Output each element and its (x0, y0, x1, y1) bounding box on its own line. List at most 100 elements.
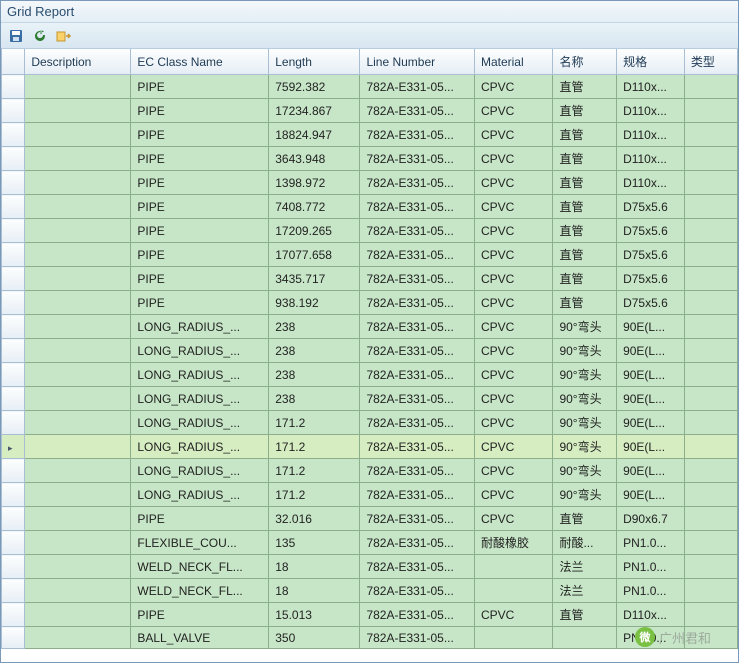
cell-ec_class[interactable]: PIPE (131, 195, 269, 219)
cell-name_cn[interactable] (553, 627, 617, 649)
row-header[interactable] (2, 147, 25, 171)
cell-name_cn[interactable]: 直管 (553, 291, 617, 315)
cell-length[interactable]: 350 (269, 627, 360, 649)
cell-type_cn[interactable] (684, 387, 737, 411)
cell-line_number[interactable]: 782A-E331-05... (360, 579, 475, 603)
col-ec-class[interactable]: EC Class Name (131, 49, 269, 75)
cell-type_cn[interactable] (684, 219, 737, 243)
cell-length[interactable]: 238 (269, 339, 360, 363)
cell-name_cn[interactable]: 90°弯头 (553, 363, 617, 387)
row-header[interactable] (2, 459, 25, 483)
cell-name_cn[interactable]: 法兰 (553, 555, 617, 579)
cell-material[interactable]: CPVC (474, 123, 552, 147)
cell-length[interactable]: 238 (269, 315, 360, 339)
row-header[interactable] (2, 387, 25, 411)
cell-line_number[interactable]: 782A-E331-05... (360, 531, 475, 555)
col-spec[interactable]: 规格 (617, 49, 685, 75)
table-row[interactable]: PIPE17209.265782A-E331-05...CPVC直管D75x5.… (2, 219, 738, 243)
cell-line_number[interactable]: 782A-E331-05... (360, 99, 475, 123)
cell-material[interactable]: CPVC (474, 291, 552, 315)
col-type-cn[interactable]: 类型 (684, 49, 737, 75)
cell-spec[interactable]: D75x5.6 (617, 195, 685, 219)
cell-name_cn[interactable]: 90°弯头 (553, 435, 617, 459)
cell-material[interactable]: CPVC (474, 339, 552, 363)
cell-ec_class[interactable]: LONG_RADIUS_... (131, 459, 269, 483)
cell-name_cn[interactable]: 直管 (553, 171, 617, 195)
table-row[interactable]: LONG_RADIUS_...238782A-E331-05...CPVC90°… (2, 387, 738, 411)
cell-ec_class[interactable]: PIPE (131, 603, 269, 627)
cell-description[interactable] (25, 531, 131, 555)
row-header[interactable] (2, 75, 25, 99)
cell-type_cn[interactable] (684, 603, 737, 627)
cell-material[interactable]: CPVC (474, 195, 552, 219)
grid-scroll[interactable]: Description EC Class Name Length Line Nu… (1, 49, 738, 662)
cell-ec_class[interactable]: LONG_RADIUS_... (131, 435, 269, 459)
cell-description[interactable] (25, 75, 131, 99)
cell-length[interactable]: 171.2 (269, 459, 360, 483)
cell-line_number[interactable]: 782A-E331-05... (360, 339, 475, 363)
cell-material[interactable]: CPVC (474, 147, 552, 171)
cell-ec_class[interactable]: LONG_RADIUS_... (131, 363, 269, 387)
cell-ec_class[interactable]: PIPE (131, 507, 269, 531)
col-description[interactable]: Description (25, 49, 131, 75)
cell-line_number[interactable]: 782A-E331-05... (360, 435, 475, 459)
cell-ec_class[interactable]: LONG_RADIUS_... (131, 339, 269, 363)
cell-line_number[interactable]: 782A-E331-05... (360, 219, 475, 243)
row-header[interactable] (2, 411, 25, 435)
cell-description[interactable] (25, 435, 131, 459)
cell-length[interactable]: 32.016 (269, 507, 360, 531)
cell-spec[interactable]: PN1.0... (617, 627, 685, 649)
cell-spec[interactable]: 90E(L... (617, 363, 685, 387)
table-row[interactable]: PIPE3643.948782A-E331-05...CPVC直管D110x..… (2, 147, 738, 171)
cell-length[interactable]: 7592.382 (269, 75, 360, 99)
cell-name_cn[interactable]: 法兰 (553, 579, 617, 603)
cell-line_number[interactable]: 782A-E331-05... (360, 75, 475, 99)
cell-name_cn[interactable]: 直管 (553, 75, 617, 99)
table-row[interactable]: BALL_VALVE350782A-E331-05...PN1.0... (2, 627, 738, 649)
cell-spec[interactable]: 90E(L... (617, 435, 685, 459)
cell-length[interactable]: 15.013 (269, 603, 360, 627)
row-header[interactable] (2, 99, 25, 123)
row-header[interactable] (2, 123, 25, 147)
cell-spec[interactable]: D110x... (617, 99, 685, 123)
cell-length[interactable]: 17209.265 (269, 219, 360, 243)
table-row[interactable]: LONG_RADIUS_...171.2782A-E331-05...CPVC9… (2, 411, 738, 435)
cell-material[interactable]: CPVC (474, 459, 552, 483)
cell-description[interactable] (25, 243, 131, 267)
cell-description[interactable] (25, 315, 131, 339)
cell-type_cn[interactable] (684, 99, 737, 123)
cell-line_number[interactable]: 782A-E331-05... (360, 387, 475, 411)
cell-type_cn[interactable] (684, 459, 737, 483)
cell-ec_class[interactable]: PIPE (131, 75, 269, 99)
cell-description[interactable] (25, 363, 131, 387)
cell-length[interactable]: 3643.948 (269, 147, 360, 171)
cell-type_cn[interactable] (684, 291, 737, 315)
col-name-cn[interactable]: 名称 (553, 49, 617, 75)
cell-material[interactable]: 耐酸橡胶 (474, 531, 552, 555)
table-row[interactable]: WELD_NECK_FL...18782A-E331-05...法兰PN1.0.… (2, 579, 738, 603)
cell-length[interactable]: 17077.658 (269, 243, 360, 267)
cell-name_cn[interactable]: 90°弯头 (553, 339, 617, 363)
cell-type_cn[interactable] (684, 315, 737, 339)
cell-line_number[interactable]: 782A-E331-05... (360, 147, 475, 171)
cell-type_cn[interactable] (684, 579, 737, 603)
row-header[interactable] (2, 603, 25, 627)
row-header[interactable] (2, 291, 25, 315)
cell-ec_class[interactable]: PIPE (131, 267, 269, 291)
cell-description[interactable] (25, 339, 131, 363)
table-row[interactable]: LONG_RADIUS_...238782A-E331-05...CPVC90°… (2, 315, 738, 339)
row-header[interactable] (2, 363, 25, 387)
cell-ec_class[interactable]: WELD_NECK_FL... (131, 579, 269, 603)
cell-line_number[interactable]: 782A-E331-05... (360, 171, 475, 195)
cell-material[interactable]: CPVC (474, 267, 552, 291)
cell-material[interactable]: CPVC (474, 219, 552, 243)
cell-description[interactable] (25, 459, 131, 483)
cell-material[interactable]: CPVC (474, 507, 552, 531)
cell-type_cn[interactable] (684, 75, 737, 99)
cell-spec[interactable]: D110x... (617, 147, 685, 171)
table-row[interactable]: PIPE7592.382782A-E331-05...CPVC直管D110x..… (2, 75, 738, 99)
table-row[interactable]: FLEXIBLE_COU...135782A-E331-05...耐酸橡胶耐酸.… (2, 531, 738, 555)
cell-name_cn[interactable]: 耐酸... (553, 531, 617, 555)
cell-description[interactable] (25, 483, 131, 507)
cell-ec_class[interactable]: PIPE (131, 243, 269, 267)
